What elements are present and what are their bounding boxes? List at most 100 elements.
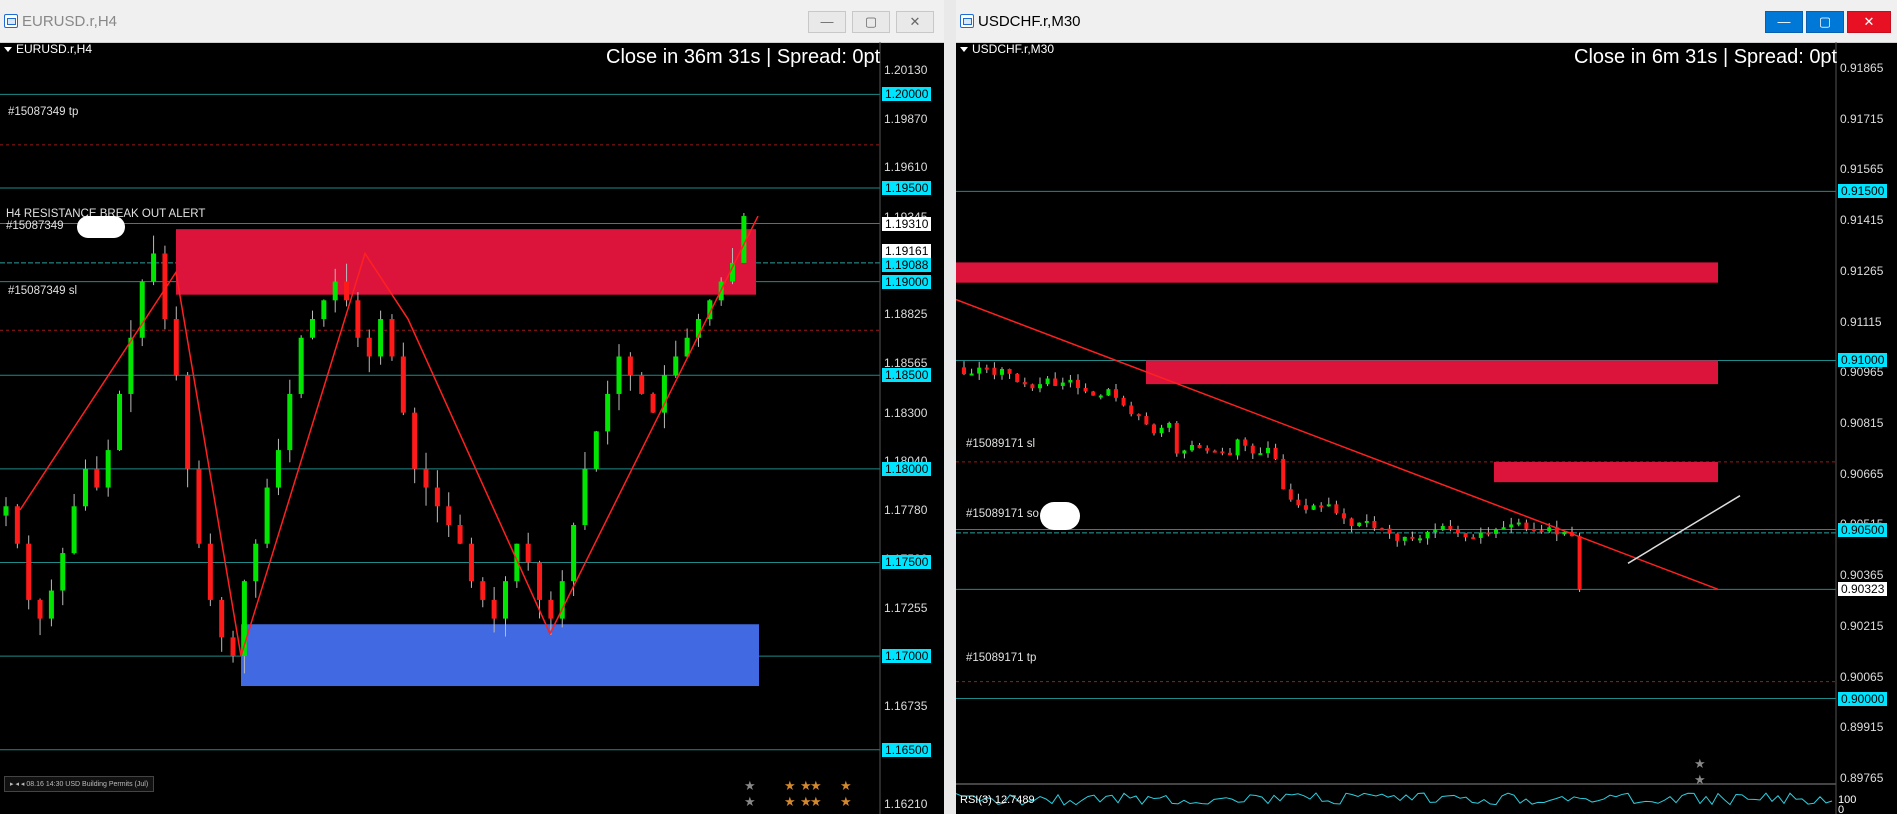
price-chart-eurusd[interactable] <box>0 42 944 814</box>
supply-zone <box>956 262 1718 283</box>
candle-body <box>1372 520 1377 529</box>
candle-body <box>1266 447 1270 454</box>
candle-body <box>1516 522 1521 525</box>
candle-body <box>1281 458 1286 490</box>
candle-body <box>1494 529 1498 534</box>
candle-body <box>491 599 497 619</box>
minimize-button[interactable]: — <box>1765 11 1803 33</box>
candle-body <box>537 562 543 600</box>
candle-body <box>71 506 77 554</box>
close-button[interactable]: ✕ <box>896 11 934 33</box>
candle-body <box>1319 505 1324 508</box>
candle-body <box>230 637 236 657</box>
candle-body <box>105 450 111 488</box>
candle-body <box>1152 424 1156 434</box>
maximize-button[interactable]: ▢ <box>852 11 890 33</box>
candle-body <box>1433 530 1438 533</box>
candle-body <box>1030 384 1035 389</box>
candle-body <box>1349 518 1354 527</box>
candle-body <box>1045 378 1050 385</box>
candle-body <box>423 468 429 488</box>
rsi-line <box>956 792 1833 806</box>
candle-body <box>1273 447 1278 459</box>
candle-body <box>1174 422 1179 454</box>
supply-zone <box>1146 360 1718 385</box>
candle-body <box>1478 532 1483 538</box>
candle-body <box>1205 448 1210 451</box>
candle-body <box>446 506 452 526</box>
candle-body <box>1562 531 1567 535</box>
candle-body <box>525 543 531 563</box>
candle-body <box>219 599 225 638</box>
candle-body <box>1190 445 1194 451</box>
candle-body <box>287 393 293 451</box>
candle-body <box>1015 373 1020 383</box>
candle-body <box>128 337 134 394</box>
minimize-button[interactable]: — <box>808 11 846 33</box>
candle-body <box>1091 391 1096 396</box>
candle-body <box>196 468 202 544</box>
candle-body <box>480 581 486 600</box>
chart-window-eurusd[interactable]: EURUSD.r,H4 — ▢ ✕ EURUSD.r,H4 Close in 3… <box>0 0 944 814</box>
candle-body <box>400 356 406 413</box>
candle-body <box>969 373 974 376</box>
trend-line <box>956 298 1719 591</box>
candle-body <box>1326 504 1331 507</box>
supply-zone <box>1494 461 1718 483</box>
candle-body <box>639 375 645 394</box>
candle-body <box>1471 537 1476 540</box>
candle-body <box>26 543 32 600</box>
maximize-button[interactable]: ▢ <box>1806 11 1844 33</box>
candle-body <box>1228 452 1232 456</box>
title-bar[interactable]: USDCHF.r,M30 — ▢ ✕ <box>956 0 1897 43</box>
candle-body <box>457 525 463 544</box>
candle-body <box>1136 414 1141 417</box>
window-divider[interactable] <box>944 0 956 814</box>
candle-body <box>14 506 20 544</box>
candle-body <box>1114 389 1118 398</box>
chart-window-usdchf[interactable]: USDCHF.r,M30 — ▢ ✕ USDCHF.r,M30 Close in… <box>956 0 1897 814</box>
candle-body <box>1000 368 1004 375</box>
candle-body <box>1547 527 1552 532</box>
candle-body <box>502 581 508 619</box>
candle-body <box>412 412 418 469</box>
candle-body <box>1380 528 1384 531</box>
title-bar[interactable]: EURUSD.r,H4 — ▢ ✕ <box>0 0 944 43</box>
candle-body <box>1258 453 1263 456</box>
candle-body <box>468 543 474 582</box>
candle-body <box>117 393 123 451</box>
candle-body <box>1410 536 1415 539</box>
price-chart-usdchf[interactable] <box>956 42 1897 814</box>
candle-body <box>1083 387 1088 392</box>
candle-body <box>1098 395 1103 398</box>
candle-body <box>1243 439 1248 446</box>
candle-body <box>48 590 54 619</box>
candle-body <box>275 450 281 488</box>
candle-body <box>1539 530 1544 533</box>
window-title: USDCHF.r,M30 <box>978 13 1081 30</box>
candle-body <box>1121 397 1126 406</box>
candle-body <box>151 253 157 282</box>
candle-body <box>1007 368 1012 374</box>
candle-body <box>984 367 989 370</box>
candle-body <box>389 319 395 357</box>
resistance-zone <box>176 229 756 295</box>
chart-window-icon <box>960 14 974 28</box>
candle-body <box>1456 529 1460 534</box>
candle-body <box>1076 379 1080 388</box>
candle-body <box>434 487 440 507</box>
candle-body <box>321 300 327 320</box>
candle-body <box>253 543 259 582</box>
candle-body <box>1509 524 1514 528</box>
close-button[interactable]: ✕ <box>1847 11 1891 33</box>
chart-window-icon <box>4 14 18 28</box>
candle-body <box>139 281 145 338</box>
candle-body <box>37 599 43 619</box>
candle-body <box>1304 505 1308 510</box>
candle-body <box>1440 525 1445 531</box>
support-zone <box>241 624 759 687</box>
candle-body <box>1159 427 1164 434</box>
candle-body <box>1182 450 1187 454</box>
candle-body <box>264 487 270 544</box>
candle-body <box>673 356 679 376</box>
